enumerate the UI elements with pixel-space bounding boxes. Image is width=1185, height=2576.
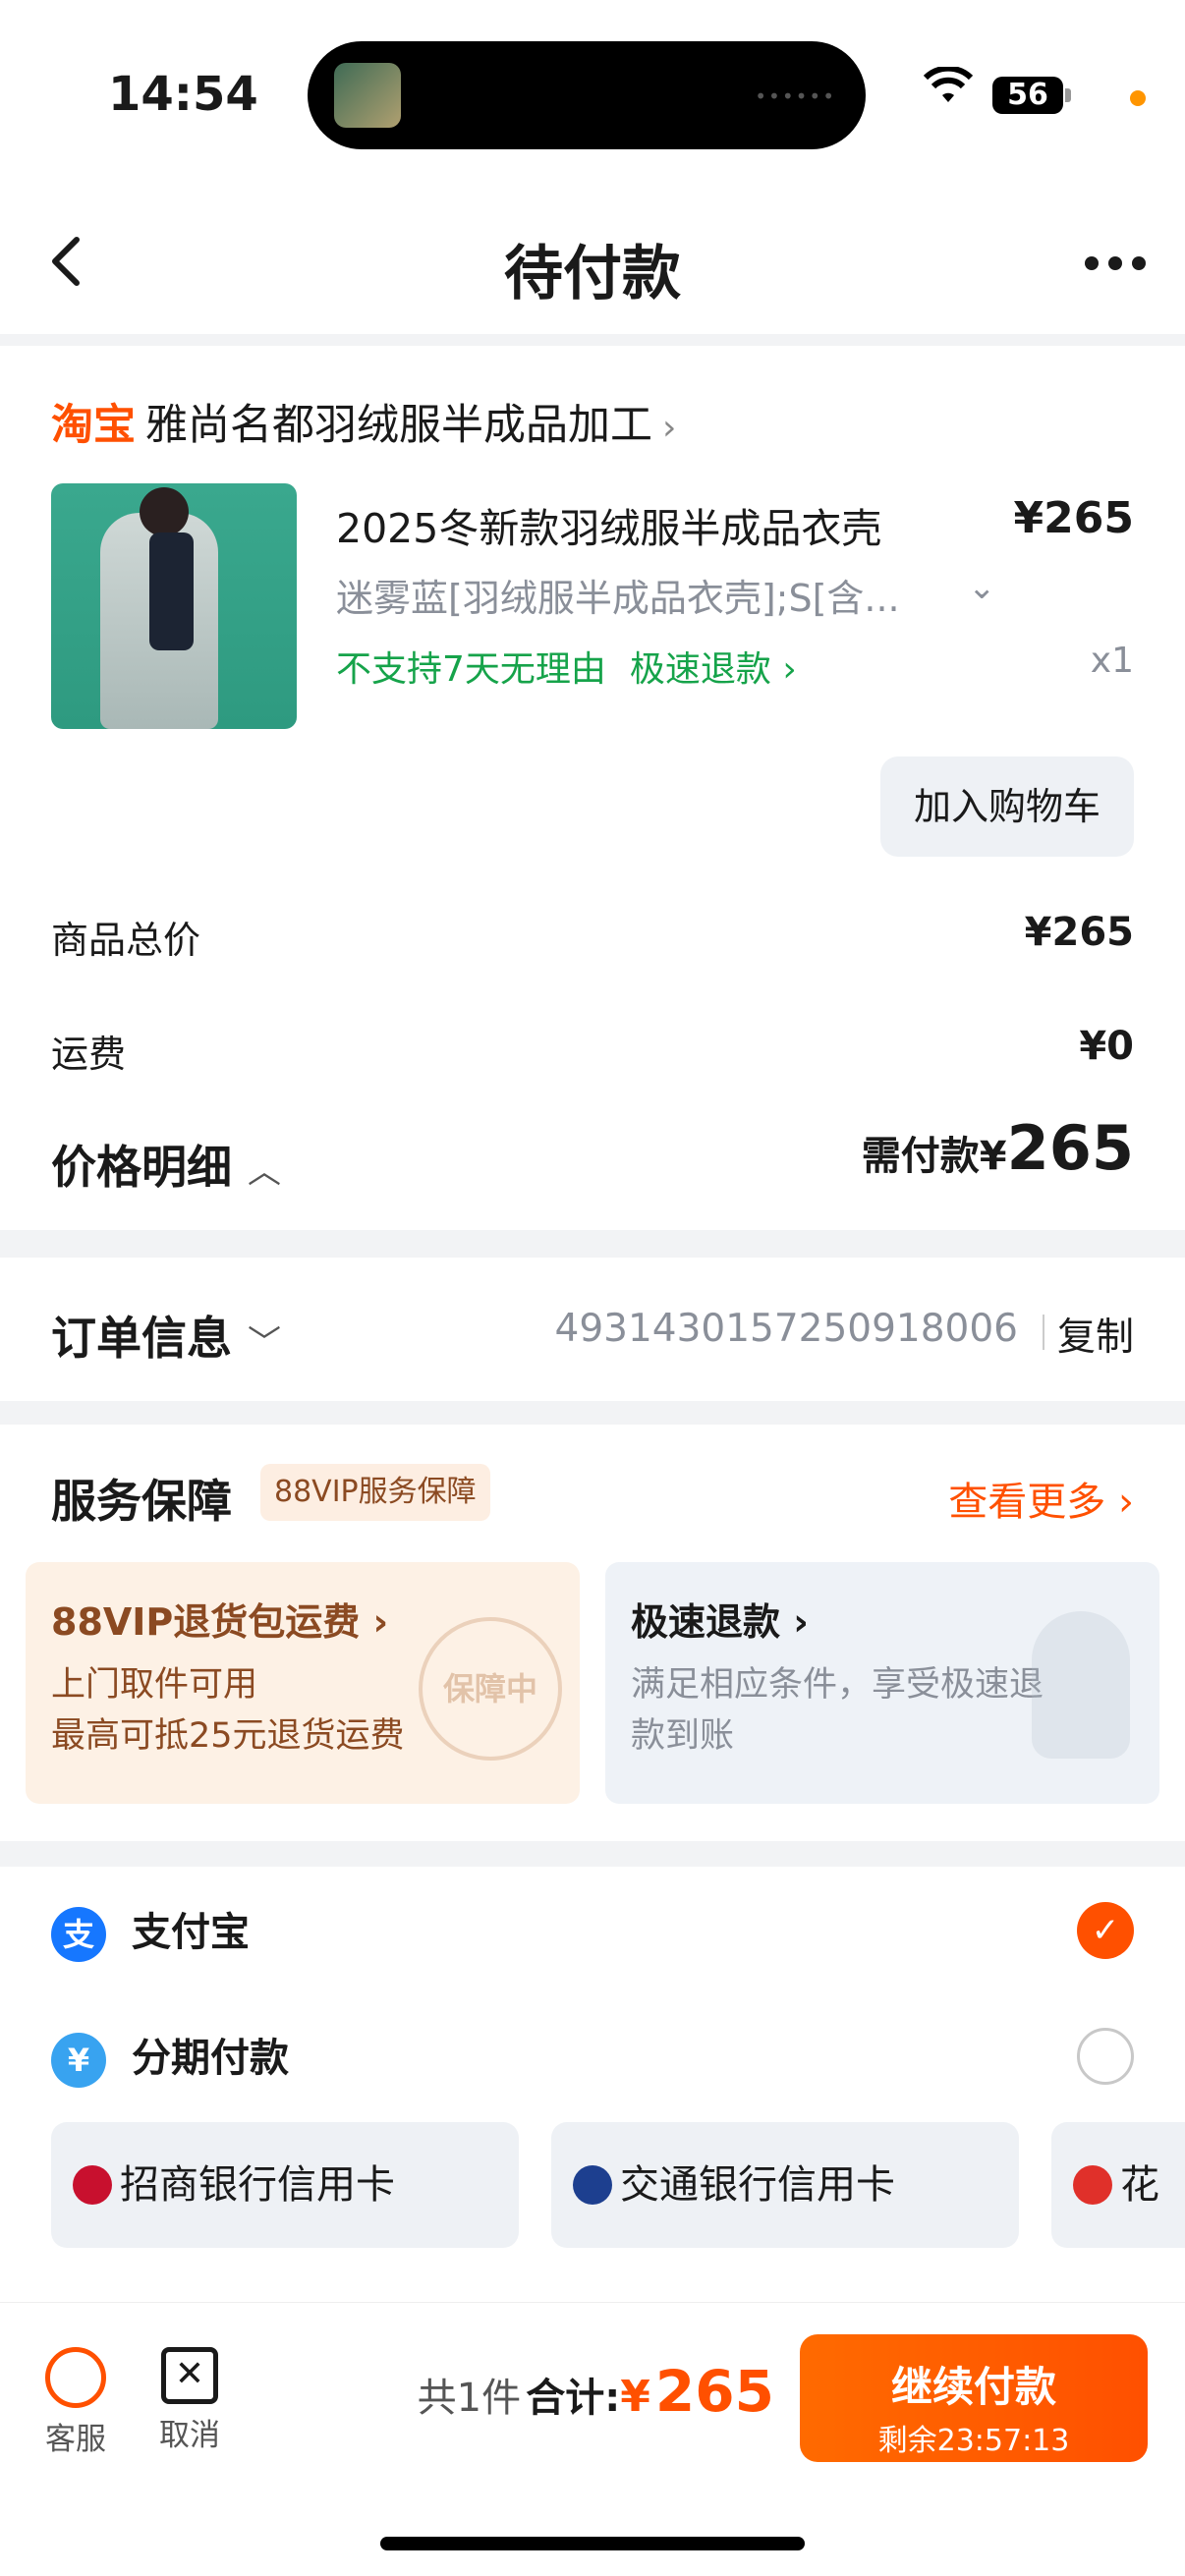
order-card: 淘宝 雅尚名都羽绒服半成品加工 › 2025冬新款羽绒服半成品衣壳 ¥265 迷雾蓝… [0, 346, 1185, 1230]
status-bar: 14:54 •••••• 56 [0, 0, 1185, 187]
bottom-bar: 客服 ✕ 取消 共1件 合计:¥ 265 继续付款 剩余23:57:13 [0, 2302, 1185, 2576]
home-indicator[interactable] [380, 2537, 805, 2550]
customer-service-button[interactable]: 客服 [41, 2347, 110, 2458]
bank-card-bocom[interactable]: 交通银行信用卡 [551, 2122, 1019, 2248]
shop-name: 雅尚名都羽绒服半成品加工 [145, 401, 652, 450]
nav-bar: 待付款 [0, 187, 1185, 334]
see-more-link[interactable]: 查看更多 › [948, 1470, 1134, 1527]
order-info-toggle[interactable]: 订单信息 ﹀ [51, 1303, 281, 1368]
chevron-right-icon: › [662, 408, 677, 448]
item-count: 共1件 [417, 2376, 522, 2421]
no-7day-return-tag: 不支持7天无理由 [336, 649, 606, 690]
cancel-icon: ✕ [161, 2347, 218, 2404]
order-info-label: 订单信息 [51, 1312, 232, 1365]
service-card: 服务保障 88VIP服务保障 查看更多 › 88VIP退货包运费 › 上门取件可… [0, 1425, 1185, 1841]
taobao-logo: 淘宝 [51, 401, 136, 450]
protected-stamp-icon: 保障中 [419, 1617, 562, 1761]
continue-pay-button[interactable]: 继续付款 剩余23:57:13 [800, 2334, 1148, 2462]
bocom-logo-icon [573, 2165, 612, 2205]
bank-card-huabei[interactable]: 花 [1051, 2122, 1185, 2248]
now-playing-thumbnail [334, 63, 401, 128]
huabei-logo-icon [1073, 2165, 1112, 2205]
price-detail-toggle[interactable]: 价格明细 ︿ [51, 1132, 281, 1197]
installment-radio[interactable] [1077, 2028, 1134, 2085]
need-pay: 需付款¥265 [862, 1112, 1134, 1184]
continue-pay-label: 继续付款 [890, 2363, 1056, 2411]
need-pay-value: 265 [1006, 1112, 1134, 1184]
remaining-time: 剩余23:57:13 [877, 2424, 1070, 2458]
cancel-label: 取消 [159, 2418, 220, 2453]
installment-label: 分期付款 [132, 2036, 289, 2081]
rocket-icon [1032, 1611, 1130, 1759]
customer-service-label: 客服 [45, 2422, 106, 2457]
fast-refund-link[interactable]: 极速退款 › [630, 649, 797, 690]
order-total: 共1件 合计:¥ 265 [418, 2358, 774, 2425]
order-info-card: 订单信息 ﹀ 4931430157250918006 复制 [0, 1258, 1185, 1401]
price-detail-label: 价格明细 [51, 1141, 232, 1194]
alipay-checked-icon[interactable]: ✓ [1077, 1902, 1134, 1959]
chevron-down-icon: ﹀ [248, 1323, 281, 1363]
add-to-cart-button[interactable]: 加入购物车 [880, 756, 1134, 857]
battery-icon: 56 [992, 77, 1063, 114]
wifi-icon [924, 67, 973, 102]
fast-refund-box[interactable]: 极速退款 › 满足相应条件，享受极速退款到账 [605, 1562, 1159, 1804]
order-number: 4931430157250918006 [554, 1307, 1018, 1351]
chevron-down-icon[interactable]: ⌄ [968, 568, 996, 607]
alipay-option[interactable]: 支支付宝 [51, 1900, 250, 1962]
bank-label: 交通银行信用卡 [620, 2162, 895, 2208]
customer-service-icon [45, 2347, 106, 2408]
cancel-order-button[interactable]: ✕ 取消 [155, 2347, 224, 2454]
total-amount: 265 [654, 2358, 774, 2425]
vip-return-shipping-box[interactable]: 88VIP退货包运费 › 上门取件可用 最高可抵25元退货运费 保障中 [26, 1562, 580, 1804]
audio-wave-icon: •••••• [755, 84, 836, 108]
divider [1043, 1315, 1044, 1350]
product-quantity: x1 [1090, 641, 1134, 681]
status-time: 14:54 [108, 67, 258, 122]
installment-option[interactable]: ¥ 分期付款 [51, 2026, 289, 2088]
bank-card-cmb[interactable]: 招商银行信用卡 [51, 2122, 519, 2248]
vip-badge: 88VIP服务保障 [260, 1464, 490, 1521]
privacy-indicator-dot [1130, 90, 1146, 106]
more-icon[interactable] [1075, 255, 1146, 274]
bank-label: 花 [1120, 2162, 1159, 2208]
installment-icon: ¥ [51, 2033, 106, 2088]
product-spec[interactable]: 迷雾蓝[羽绒服半成品衣壳];S[含... [336, 568, 900, 622]
page-title: 待付款 [504, 240, 681, 308]
shipping-label: 运费 [51, 1033, 127, 1076]
cmb-logo-icon [73, 2165, 112, 2205]
battery-cap [1065, 88, 1071, 102]
bank-label: 招商银行信用卡 [120, 2162, 395, 2208]
total-label: 合计: [526, 2376, 621, 2421]
product-tags: 不支持7天无理由 极速退款 › [336, 641, 797, 692]
alipay-icon: 支 [51, 1907, 106, 1962]
shop-link[interactable]: 淘宝 雅尚名都羽绒服半成品加工 › [51, 391, 676, 452]
alipay-label: 支付宝 [132, 1910, 250, 1955]
shipping-value: ¥0 [1079, 1024, 1134, 1069]
chevron-up-icon: ︿ [248, 1152, 281, 1192]
service-label: 服务保障 [51, 1475, 232, 1528]
goods-total-value: ¥265 [1024, 910, 1134, 955]
copy-button[interactable]: 复制 [1057, 1307, 1134, 1362]
dynamic-island[interactable]: •••••• [308, 41, 866, 149]
product-price: ¥265 [1013, 493, 1134, 543]
total-currency: ¥ [620, 2372, 650, 2422]
need-pay-label: 需付款¥ [861, 1134, 1007, 1179]
product-image[interactable] [51, 483, 297, 729]
goods-total-label: 商品总价 [51, 919, 201, 962]
product-title[interactable]: 2025冬新款羽绒服半成品衣壳 [336, 495, 881, 554]
